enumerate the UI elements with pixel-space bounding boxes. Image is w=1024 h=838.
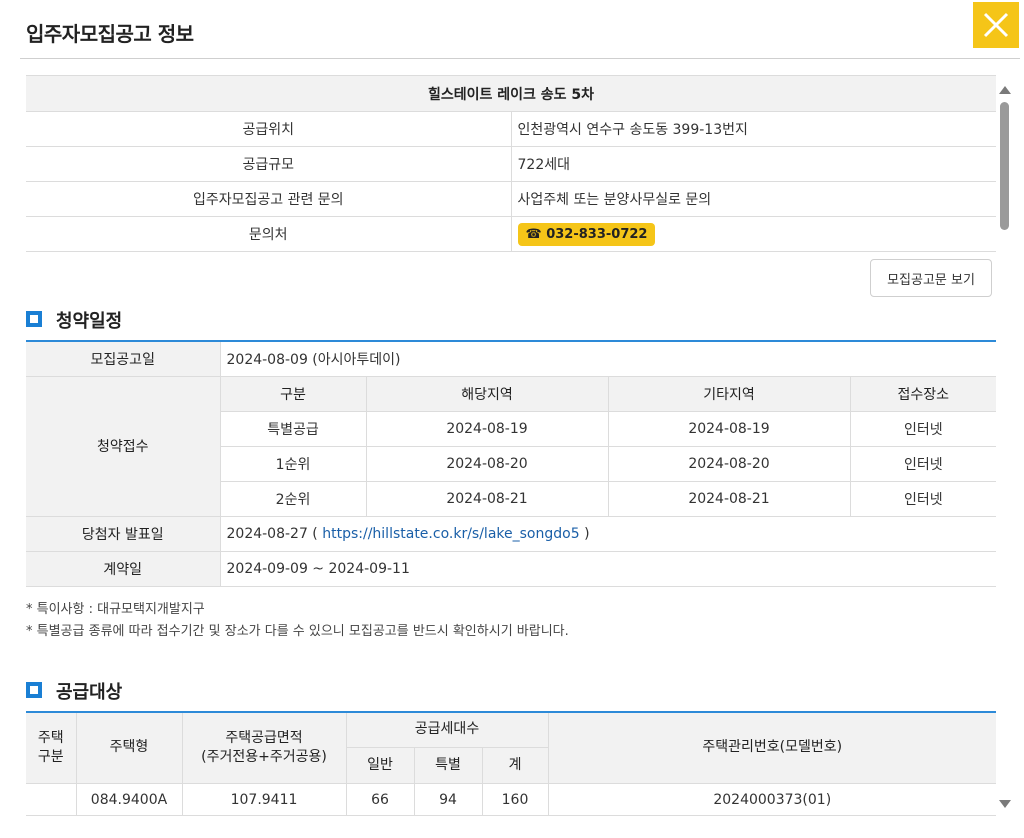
table-row: 084.9400A 107.9411 66 94 160 2024000373(… — [26, 783, 996, 816]
schedule-section-title: 청약일정 — [26, 302, 996, 340]
header-house-div: 주택 구분 — [26, 711, 77, 784]
info-label: 문의처 — [26, 216, 512, 252]
supply-table: 주택 구분 주택형 주택공급면적 (주거전용+주거공용) 공급세대수 주택관리번호(… — [26, 710, 996, 816]
info-label: 공급위치 — [26, 111, 512, 147]
winner-value: 2024-08-27 ( https://hillstate.co.kr/s/l… — [219, 515, 996, 552]
info-label: 입주자모집공고 관련 문의 — [26, 181, 512, 217]
info-row-scale: 공급규모 722세대 — [26, 146, 996, 182]
apply-cell: 인터넷 — [849, 445, 996, 482]
dialog-header: 입주자모집공고 정보 — [0, 0, 1024, 60]
schedule-label: 모집공고일 — [26, 340, 221, 377]
complex-name: 힐스테이트 레이크 송도 5차 — [26, 75, 996, 112]
schedule-label: 계약일 — [26, 550, 221, 587]
dialog-content[interactable]: 힐스테이트 레이크 송도 5차 공급위치 인천광역시 연수구 송도동 399-1… — [26, 75, 996, 820]
schedule-table: 모집공고일 2024-08-09 (아시아투데이) 청약접수 구분 해당지역 기… — [26, 340, 996, 587]
header-divider — [20, 58, 1020, 59]
header-units: 공급세대수 — [345, 711, 549, 748]
note-line: * 특이사항 : 대규모택지개발지구 — [26, 601, 205, 617]
winner-link[interactable]: https://hillstate.co.kr/s/lake_songdo5 — [322, 526, 579, 542]
schedule-value: 2024-08-09 (아시아투데이) — [219, 340, 996, 377]
apply-header: 구분 — [219, 375, 367, 412]
apply-cell: 2024-08-21 — [365, 480, 609, 517]
supply-cell: 66 — [345, 783, 415, 816]
scroll-thumb[interactable] — [1000, 102, 1009, 230]
vertical-scrollbar[interactable] — [998, 78, 1012, 818]
apply-cell: 2024-08-19 — [607, 410, 851, 447]
section-title-text: 청약일정 — [56, 311, 123, 332]
info-row-inquiry: 입주자모집공고 관련 문의 사업주체 또는 분양사무실로 문의 — [26, 181, 996, 217]
section-square-icon — [26, 311, 42, 327]
supply-cell: 94 — [413, 783, 483, 816]
info-row-contact: 문의처 ☎ 032-833-0722 — [26, 216, 996, 252]
scroll-down-arrow-icon[interactable] — [999, 800, 1011, 808]
info-value: 인천광역시 연수구 송도동 399-13번지 — [510, 111, 996, 147]
schedule-label: 당첨자 발표일 — [26, 515, 221, 552]
winner-date: 2024-08-27 ( — [226, 525, 318, 542]
apply-cell: 2024-08-21 — [607, 480, 851, 517]
apply-cell: 2024-08-20 — [607, 445, 851, 482]
header-total: 계 — [481, 747, 549, 784]
notes: * 특이사항 : 대규모택지개발지구 * 특별공급 종류에 따라 접수기간 및 … — [26, 599, 996, 643]
section-square-icon — [26, 681, 42, 698]
apply-header: 기타지역 — [607, 375, 851, 412]
supply-cell: 2024000373(01) — [547, 783, 996, 816]
apply-cell: 2024-08-20 — [365, 445, 609, 482]
info-row-location: 공급위치 인천광역시 연수구 송도동 399-13번지 — [26, 111, 996, 147]
header-area: 주택공급면적 (주거전용+주거공용) — [181, 711, 347, 784]
supply-cell: 084.9400A — [75, 783, 183, 816]
apply-cell: 인터넷 — [849, 410, 996, 447]
view-notice-button[interactable]: 모집공고문 보기 — [870, 259, 992, 297]
schedule-value: 2024-09-09 ~ 2024-09-11 — [219, 550, 996, 587]
apply-cell: 인터넷 — [849, 480, 996, 517]
dialog-title: 입주자모집공고 정보 — [26, 22, 194, 46]
header-house-type: 주택형 — [75, 711, 183, 784]
apply-header: 해당지역 — [365, 375, 609, 412]
supply-cell — [26, 783, 77, 816]
apply-cell: 특별공급 — [220, 410, 367, 447]
close-icon — [983, 12, 1009, 38]
apply-cell: 2024-08-19 — [365, 410, 609, 447]
scroll-up-arrow-icon[interactable] — [999, 86, 1011, 94]
header-general: 일반 — [346, 747, 415, 784]
apply-cell: 2순위 — [220, 480, 367, 517]
phone-badge[interactable]: ☎ 032-833-0722 — [517, 222, 656, 246]
info-value: 722세대 — [510, 146, 996, 182]
info-value: 사업주체 또는 분양사무실로 문의 — [510, 181, 996, 217]
close-button[interactable] — [973, 2, 1019, 48]
supply-section-title: 공급대상 — [26, 673, 996, 711]
winner-close: ) — [584, 525, 590, 542]
header-special: 특별 — [413, 747, 483, 784]
apply-cell: 1순위 — [220, 445, 367, 482]
schedule-label: 청약접수 — [26, 375, 221, 517]
supply-cell: 160 — [481, 783, 549, 816]
apply-header: 접수장소 — [849, 375, 996, 412]
header-mgmt-no: 주택관리번호(모델번호) — [547, 711, 996, 784]
supply-cell: 107.9411 — [181, 783, 347, 816]
complex-info-table: 힐스테이트 레이크 송도 5차 공급위치 인천광역시 연수구 송도동 399-1… — [26, 75, 996, 252]
note-line: * 특별공급 종류에 따라 접수기간 및 장소가 다를 수 있으니 모집공고를 … — [26, 623, 569, 639]
info-label: 공급규모 — [26, 146, 512, 182]
section-title-text: 공급대상 — [56, 681, 123, 703]
